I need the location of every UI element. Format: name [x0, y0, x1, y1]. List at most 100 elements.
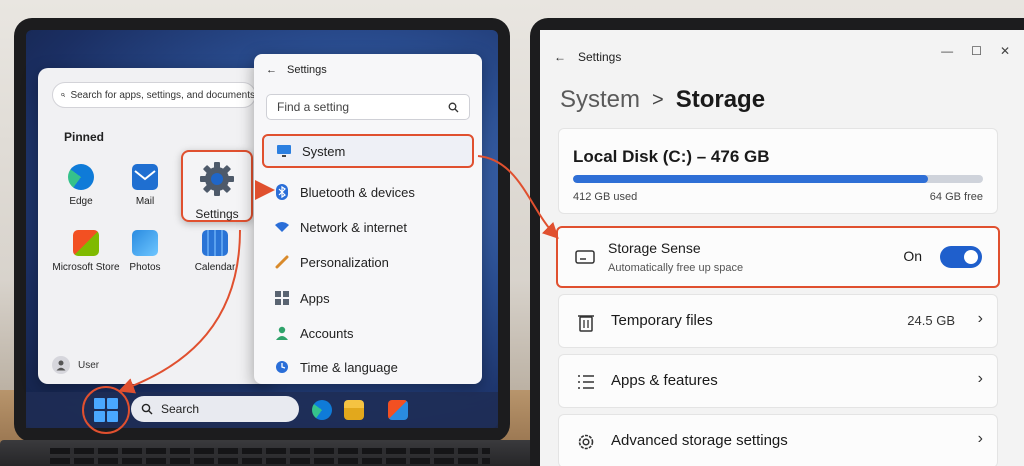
pinned-app-calendar[interactable]: Calendar — [180, 230, 250, 273]
flyout-item-label: Personalization — [300, 254, 389, 270]
window-titlebar: ← Settings — [554, 50, 621, 64]
flyout-item-apps[interactable]: Apps — [262, 281, 474, 315]
monitor-icon — [276, 143, 292, 159]
disk-usage-fill — [573, 175, 928, 183]
calendar-icon — [202, 230, 228, 256]
avatar — [52, 356, 70, 374]
find-setting-placeholder: Find a setting — [277, 100, 350, 114]
keyboard-row — [50, 448, 490, 454]
left-laptop-keyboard — [0, 440, 540, 466]
settings-flyout: ← Settings Find a setting System Bluetoo… — [254, 54, 482, 384]
storage-sense-state: On — [903, 248, 922, 264]
pinned-app-settings[interactable]: Settings — [181, 150, 253, 222]
bluetooth-icon — [274, 184, 290, 200]
chevron-right-icon: › — [977, 370, 983, 387]
taskbar-search-label: Search — [161, 402, 200, 416]
storage-sense-subtitle: Automatically free up space — [608, 262, 744, 274]
disk-used-label: 412 GB used — [573, 191, 638, 203]
windows-start-icon[interactable] — [94, 398, 118, 422]
maximize-icon[interactable]: ☐ — [971, 44, 982, 58]
flyout-item-bluetooth[interactable]: Bluetooth & devices — [262, 175, 474, 209]
row-value: 24.5 GB — [907, 313, 955, 328]
settings-window: ← Settings — ☐ ✕ System > Storage Local … — [540, 30, 1024, 466]
start-search-box[interactable]: Search for apps, settings, and documents — [52, 82, 256, 108]
start-user-account[interactable]: User — [52, 356, 99, 374]
app-label: Mail — [135, 196, 155, 207]
brush-icon — [274, 254, 290, 270]
chevron-right-icon: › — [977, 310, 983, 327]
flyout-item-label: Bluetooth & devices — [300, 184, 415, 200]
apps-icon — [274, 290, 290, 306]
clock-icon — [274, 359, 290, 375]
taskbar-search[interactable]: Search — [131, 396, 299, 422]
disk-free-label: 64 GB free — [929, 191, 983, 203]
store-icon[interactable] — [388, 400, 408, 420]
row-label: Temporary files — [611, 312, 713, 329]
photos-icon — [132, 230, 158, 256]
taskbar: Search — [26, 386, 498, 434]
temporary-files-row[interactable]: Temporary files 24.5 GB › — [558, 294, 998, 348]
window-title: Settings — [578, 50, 622, 64]
wifi-icon — [274, 219, 290, 235]
storage-sense-title: Storage Sense — [608, 240, 701, 256]
search-icon — [448, 102, 459, 112]
flyout-item-accounts[interactable]: Accounts — [262, 316, 474, 350]
store-icon — [73, 230, 99, 256]
disk-title: Local Disk (C:) – 476 GB — [573, 147, 770, 166]
storage-sense-row[interactable]: Storage Sense Automatically free up spac… — [556, 226, 1000, 288]
breadcrumb-parent[interactable]: System — [560, 86, 640, 114]
close-icon[interactable]: ✕ — [1000, 44, 1010, 58]
start-search-placeholder: Search for apps, settings, and documents — [70, 89, 255, 101]
disk-usage-card: Local Disk (C:) – 476 GB 412 GB used 64 … — [558, 128, 998, 214]
flyout-item-label: System — [302, 143, 346, 159]
flyout-item-system[interactable]: System — [262, 134, 474, 168]
flyout-item-time-language[interactable]: Time & language — [262, 350, 474, 384]
app-label: Photos — [129, 262, 161, 273]
pinned-app-photos[interactable]: Photos — [110, 230, 180, 273]
edge-icon[interactable] — [312, 400, 332, 420]
trash-icon — [575, 311, 597, 333]
advanced-storage-settings-row[interactable]: Advanced storage settings › — [558, 414, 998, 466]
window-controls: — ☐ ✕ — [941, 44, 1010, 58]
drive-icon — [574, 246, 596, 268]
page-title: Storage — [675, 86, 766, 113]
settings-app-label: Settings — [195, 207, 239, 221]
edge-icon — [68, 164, 94, 190]
user-label: User — [78, 359, 100, 371]
app-label: Calendar — [194, 262, 236, 273]
storage-sense-toggle[interactable] — [940, 246, 982, 268]
find-setting-input[interactable]: Find a setting — [266, 94, 470, 120]
breadcrumb: System > Storage — [560, 86, 765, 114]
start-menu: Search for apps, settings, and documents… — [38, 68, 270, 384]
gear-icon — [575, 431, 597, 453]
flyout-item-label: Time & language — [300, 359, 398, 375]
toggle-knob — [964, 250, 978, 264]
flyout-item-personalization[interactable]: Personalization — [262, 245, 474, 279]
back-arrow-icon[interactable]: ← — [266, 64, 277, 76]
flyout-item-network[interactable]: Network & internet — [262, 210, 474, 244]
app-label: Edge — [69, 196, 93, 207]
apps-features-row[interactable]: Apps & features › — [558, 354, 998, 408]
flyout-titlebar: ← Settings — [266, 64, 327, 76]
gear-icon — [200, 162, 234, 196]
keyboard-row — [50, 458, 490, 464]
row-label: Advanced storage settings — [611, 432, 788, 449]
flyout-item-label: Network & internet — [300, 219, 407, 235]
list-icon — [575, 371, 597, 393]
row-label: Apps & features — [611, 372, 718, 389]
chevron-right-icon: › — [977, 430, 983, 447]
flyout-item-label: Accounts — [300, 325, 354, 341]
pinned-app-mail[interactable]: Mail — [110, 164, 180, 207]
search-icon — [61, 92, 66, 97]
person-icon — [56, 360, 66, 371]
minimize-icon[interactable]: — — [941, 44, 953, 58]
flyout-item-label: Apps — [300, 290, 330, 306]
breadcrumb-separator: > — [652, 88, 664, 111]
pinned-app-edge[interactable]: Edge — [46, 164, 116, 207]
person-icon — [274, 325, 290, 341]
search-icon — [141, 403, 153, 415]
pinned-heading: Pinned — [64, 130, 105, 144]
folder-icon[interactable] — [344, 400, 364, 420]
back-arrow-icon[interactable]: ← — [554, 50, 566, 64]
mail-icon — [132, 164, 158, 190]
